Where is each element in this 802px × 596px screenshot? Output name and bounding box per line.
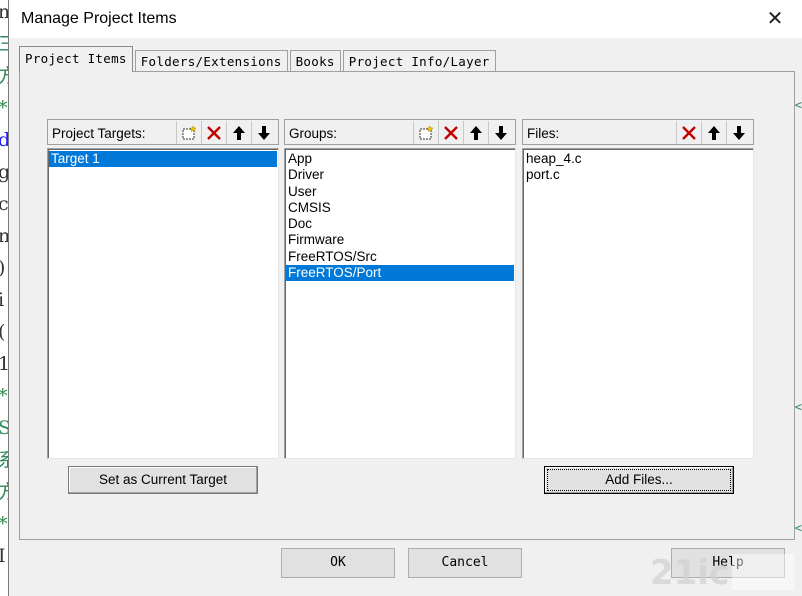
- new-target-button[interactable]: [176, 121, 201, 144]
- project-targets-header: Project Targets:: [47, 119, 279, 145]
- delete-icon: [207, 125, 221, 140]
- move-up-icon: [708, 125, 720, 140]
- groups-toolbar: [413, 121, 513, 144]
- move-up-icon: [233, 125, 245, 140]
- move-group-up-button[interactable]: [463, 121, 488, 144]
- move-down-icon: [495, 125, 507, 140]
- delete-group-button[interactable]: [438, 121, 463, 144]
- svg-text:21ic: 21ic: [650, 553, 729, 593]
- delete-file-button[interactable]: [676, 121, 701, 144]
- groups-panel: Groups: App Driver User CMSIS Doc Firmwa…: [284, 119, 516, 459]
- dialog-title: Manage Project Items: [21, 10, 177, 27]
- ok-button[interactable]: OK: [281, 548, 395, 578]
- background-code-char: <: [794, 521, 802, 535]
- project-items-panel: Project Targets: Target 1 Groups: App Dr…: [19, 71, 795, 540]
- file-item[interactable]: heap_4.c: [524, 151, 752, 167]
- tab-strip: Project Items Folders/Extensions Books P…: [19, 46, 498, 72]
- add-files-button[interactable]: Add Files...: [544, 466, 734, 494]
- background-code-char: (: [0, 322, 5, 342]
- move-up-icon: [470, 125, 482, 140]
- background-code-char: <: [794, 400, 802, 414]
- delete-target-button[interactable]: [201, 121, 226, 144]
- move-group-down-button[interactable]: [488, 121, 513, 144]
- group-item[interactable]: Driver: [286, 167, 514, 183]
- new-item-icon: [419, 124, 434, 139]
- groups-list[interactable]: App Driver User CMSIS Doc Firmware FreeRTOS/Sr…: [284, 148, 516, 459]
- move-target-up-button[interactable]: [226, 121, 251, 144]
- background-code-char: i: [0, 289, 5, 311]
- tab-folders-extensions[interactable]: Folders/Extensions: [134, 50, 288, 72]
- group-item[interactable]: App: [286, 151, 514, 167]
- groups-header: Groups:: [284, 119, 516, 145]
- files-header: Files:: [522, 119, 754, 145]
- watermark-logo: 21ic: [650, 553, 794, 593]
- target-item[interactable]: Target 1: [49, 151, 277, 168]
- project-targets-panel: Project Targets: Target 1: [47, 119, 279, 459]
- background-code-char: ): [0, 258, 5, 278]
- delete-icon: [682, 125, 696, 140]
- file-item[interactable]: port.c: [524, 167, 752, 183]
- cancel-button[interactable]: Cancel: [408, 548, 522, 578]
- files-list[interactable]: heap_4.c port.c: [522, 148, 754, 459]
- background-code-char: *: [0, 386, 8, 406]
- group-item[interactable]: Firmware: [286, 232, 514, 248]
- project-targets-toolbar: [176, 121, 276, 144]
- move-down-icon: [258, 125, 270, 140]
- group-item[interactable]: User: [286, 184, 514, 200]
- move-down-icon: [733, 125, 745, 140]
- group-item[interactable]: FreeRTOS/Src: [286, 249, 514, 265]
- set-as-current-target-button[interactable]: Set as Current Target: [68, 466, 258, 494]
- new-item-icon: [182, 124, 197, 139]
- files-panel: Files: heap_4.c port.c: [522, 119, 754, 459]
- background-code-char: I: [0, 545, 6, 567]
- background-code-char: <: [794, 98, 802, 112]
- move-file-down-button[interactable]: [726, 121, 751, 144]
- groups-label: Groups:: [289, 126, 338, 141]
- project-targets-list[interactable]: Target 1: [47, 148, 279, 459]
- delete-icon: [444, 125, 458, 140]
- background-code-char: *: [0, 514, 8, 534]
- title-bar: Manage Project Items ✕: [9, 0, 802, 38]
- move-target-down-button[interactable]: [251, 121, 276, 144]
- manage-project-items-dialog: Manage Project Items ✕ Project Items Fol…: [8, 0, 802, 596]
- tab-project-info-layer[interactable]: Project Info/Layer: [342, 50, 496, 72]
- tab-project-items[interactable]: Project Items: [19, 46, 133, 72]
- close-icon[interactable]: ✕: [762, 6, 788, 32]
- files-label: Files:: [527, 126, 560, 141]
- move-file-up-button[interactable]: [701, 121, 726, 144]
- files-toolbar: [676, 121, 751, 144]
- new-group-button[interactable]: [413, 121, 438, 144]
- group-item[interactable]: CMSIS: [286, 200, 514, 216]
- background-code-char: *: [0, 98, 8, 118]
- project-targets-label: Project Targets:: [52, 126, 146, 141]
- group-item[interactable]: FreeRTOS/Port: [286, 265, 514, 282]
- group-item[interactable]: Doc: [286, 216, 514, 232]
- tab-books[interactable]: Books: [289, 50, 341, 72]
